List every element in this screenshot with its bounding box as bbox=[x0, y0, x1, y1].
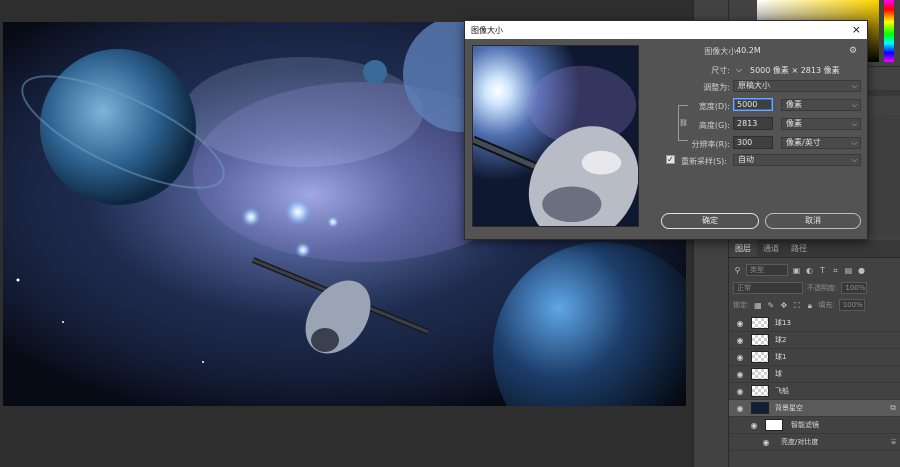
resolution-input[interactable]: 300 bbox=[733, 136, 773, 149]
lock-label: 锁定: bbox=[733, 301, 750, 309]
tab-paths[interactable]: 路径 bbox=[785, 240, 813, 257]
filter-mask-thumbnail bbox=[765, 419, 783, 431]
layer-row[interactable]: ◉ 球13 bbox=[729, 315, 900, 332]
height-input[interactable]: 2813 bbox=[733, 117, 773, 130]
gear-icon[interactable]: ⚙ bbox=[849, 46, 857, 56]
eye-icon[interactable]: ◉ bbox=[759, 438, 773, 447]
image-size-dialog: 图像大小 × 图像大小: 40.2M ⚙ 尺寸: ⌵ 5000 像素 × 281… bbox=[464, 20, 868, 240]
lock-position-icon[interactable]: ✥ bbox=[779, 301, 788, 310]
smart-filters-row[interactable]: ◉ 智能滤镜 bbox=[729, 417, 900, 434]
layer-thumbnail bbox=[751, 368, 769, 380]
opacity-input[interactable]: 100% bbox=[841, 282, 868, 294]
dimensions-label: 尺寸: bbox=[711, 66, 730, 75]
smart-object-icon: ⧉ bbox=[890, 403, 896, 412]
resample-value: 自动 bbox=[738, 155, 754, 164]
chevron-down-icon[interactable]: ⌵ bbox=[736, 65, 742, 75]
layers-panel-tabs: 图层 通道 路径 bbox=[729, 240, 900, 258]
layer-name: 亮度/对比度 bbox=[781, 438, 819, 446]
lock-pixels-icon[interactable]: ✎ bbox=[766, 301, 775, 310]
eye-icon[interactable]: ◉ bbox=[733, 319, 747, 328]
resample-label: 重新采样(S): bbox=[680, 157, 727, 166]
layer-thumbnail bbox=[751, 351, 769, 363]
image-size-value: 40.2M bbox=[736, 46, 761, 55]
layer-thumbnail bbox=[751, 317, 769, 329]
layer-row[interactable]: ◉ 球 bbox=[729, 366, 900, 383]
layer-thumbnail bbox=[751, 402, 769, 414]
shape-filter-icon[interactable]: ⌗ bbox=[831, 266, 840, 275]
dialog-title: 图像大小 bbox=[471, 25, 503, 35]
layer-name: 球13 bbox=[775, 319, 791, 327]
dialog-titlebar: 图像大小 × bbox=[465, 21, 867, 39]
layer-name: 球2 bbox=[775, 336, 787, 344]
chevron-down-icon: ⌵ bbox=[851, 139, 857, 147]
layer-row-selected[interactable]: ◉ 背景星空 ⧉ bbox=[729, 400, 900, 417]
image-preview[interactable] bbox=[472, 45, 639, 227]
lock-all-icon[interactable]: 🔒︎ bbox=[805, 301, 814, 310]
eye-icon[interactable]: ◉ bbox=[733, 387, 747, 396]
opacity-label: 不透明度: bbox=[807, 284, 838, 292]
width-label: 宽度(D): bbox=[698, 102, 730, 111]
filter-toggle-icon[interactable]: ● bbox=[857, 266, 866, 275]
blend-opacity-row: 正常 不透明度: 100% bbox=[733, 281, 868, 295]
fill-label: 填充: bbox=[818, 301, 835, 309]
layer-name: 球 bbox=[775, 370, 782, 378]
layer-name: 背景星空 bbox=[775, 404, 803, 412]
width-input[interactable]: 5000 bbox=[733, 98, 773, 111]
filter-item-row[interactable]: ◉ 亮度/对比度 ⩸ bbox=[729, 434, 900, 451]
tab-layers[interactable]: 图层 bbox=[729, 240, 757, 257]
fill-input[interactable]: 100% bbox=[838, 299, 865, 311]
tab-channels[interactable]: 通道 bbox=[757, 240, 785, 257]
chevron-down-icon: ⌵ bbox=[851, 156, 857, 164]
lock-artboard-icon[interactable]: ⛶ bbox=[792, 301, 801, 310]
preview-artwork bbox=[473, 46, 638, 226]
layer-filter-row: ⚲ 类型 ▣ ◐ T ⌗ ▤ ● bbox=[733, 263, 866, 277]
layer-row[interactable]: ◉ 飞船 bbox=[729, 383, 900, 400]
ok-button[interactable]: 确定 bbox=[661, 213, 759, 229]
layer-thumbnail bbox=[751, 334, 769, 346]
eye-icon[interactable]: ◉ bbox=[733, 404, 747, 413]
hue-slider[interactable] bbox=[884, 0, 894, 62]
width-unit-select[interactable]: 像素 ⌵ bbox=[781, 99, 861, 111]
type-filter-icon[interactable]: T bbox=[818, 266, 827, 275]
chevron-down-icon: ⌵ bbox=[851, 82, 857, 90]
image-filter-icon[interactable]: ▣ bbox=[792, 266, 801, 275]
layer-name: 智能滤镜 bbox=[791, 421, 819, 429]
layer-row[interactable]: ◉ 球2 bbox=[729, 332, 900, 349]
close-icon[interactable]: × bbox=[852, 21, 861, 39]
layer-row[interactable]: ◉ 球1 bbox=[729, 349, 900, 366]
cancel-button[interactable]: 取消 bbox=[765, 213, 861, 229]
fit-to-label: 调整为: bbox=[703, 83, 730, 92]
adjustment-filter-icon[interactable]: ◐ bbox=[805, 266, 814, 275]
resolution-unit: 像素/英寸 bbox=[786, 138, 821, 147]
lock-fill-row: 锁定: ▦ ✎ ✥ ⛶ 🔒︎ 填充: 100% bbox=[733, 298, 865, 312]
photoshop-window: 图层 通道 路径 ⚲ 类型 ▣ ◐ T ⌗ ▤ ● 正常 不透明度: 100% … bbox=[0, 0, 900, 467]
filter-kind-select[interactable]: 类型 bbox=[746, 264, 788, 276]
layer-name: 飞船 bbox=[775, 387, 789, 395]
layer-name: 球1 bbox=[775, 353, 787, 361]
dimensions-value: 5000 像素 × 2813 像素 bbox=[750, 66, 840, 75]
eye-icon[interactable]: ◉ bbox=[747, 421, 761, 430]
resample-select[interactable]: 自动 ⌵ bbox=[733, 154, 861, 166]
lock-transparency-icon[interactable]: ▦ bbox=[753, 301, 762, 310]
eye-icon[interactable]: ◉ bbox=[733, 336, 747, 345]
fit-to-value: 原稿大小 bbox=[738, 81, 770, 90]
resolution-label: 分辨率(R): bbox=[691, 140, 731, 149]
eye-icon[interactable]: ◉ bbox=[733, 370, 747, 379]
fit-to-select[interactable]: 原稿大小 ⌵ bbox=[733, 80, 861, 92]
layer-thumbnail bbox=[751, 385, 769, 397]
height-label: 高度(G): bbox=[698, 121, 730, 130]
filter-options-icon[interactable]: ⩸ bbox=[891, 437, 896, 447]
eye-icon[interactable]: ◉ bbox=[733, 353, 747, 362]
width-unit: 像素 bbox=[786, 100, 802, 109]
height-unit: 像素 bbox=[786, 119, 802, 128]
blend-mode-select[interactable]: 正常 bbox=[733, 282, 803, 294]
chevron-down-icon: ⌵ bbox=[851, 120, 857, 128]
resolution-unit-select[interactable]: 像素/英寸 ⌵ bbox=[781, 137, 861, 149]
chevron-down-icon: ⌵ bbox=[851, 101, 857, 109]
image-size-label: 图像大小: bbox=[704, 47, 739, 56]
smart-object-filter-icon[interactable]: ▤ bbox=[844, 266, 853, 275]
layers-list: ◉ 球13 ◉ 球2 ◉ 球1 ◉ 球 ◉ 飞船 ◉ 背景星空 ⧉ ◉ 智能滤镜… bbox=[729, 315, 900, 451]
height-unit-select[interactable]: 像素 ⌵ bbox=[781, 118, 861, 130]
search-icon: ⚲ bbox=[734, 265, 741, 275]
